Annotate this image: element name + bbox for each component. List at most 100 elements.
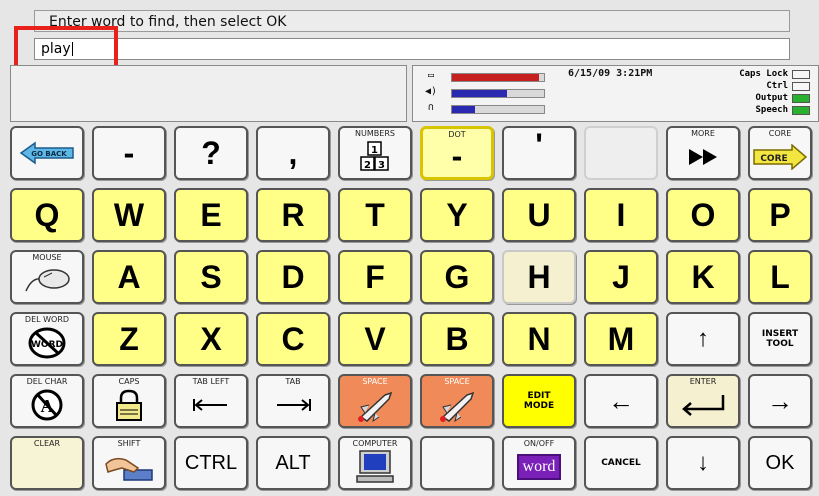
letter-label: T bbox=[365, 197, 385, 233]
indicator-label: Ctrl bbox=[766, 81, 788, 91]
letter-key-d[interactable]: D bbox=[256, 250, 330, 304]
on-off-word-key[interactable]: ON/OFF word bbox=[502, 436, 576, 490]
left-arrow-icon: ← bbox=[608, 385, 634, 416]
indicator-light bbox=[792, 82, 810, 91]
delete-word-key[interactable]: DEL WORD WORD bbox=[10, 312, 84, 366]
letter-key-i[interactable]: I bbox=[584, 188, 658, 242]
letter-key-o[interactable]: O bbox=[666, 188, 740, 242]
ok-key[interactable]: OK bbox=[748, 436, 812, 490]
tab-key[interactable]: TAB bbox=[256, 374, 330, 428]
volume-meter-fill bbox=[452, 90, 508, 97]
letter-key-p[interactable]: P bbox=[748, 188, 812, 242]
indicator-label: Speech bbox=[755, 105, 788, 115]
shift-key[interactable]: SHIFT bbox=[92, 436, 166, 490]
svg-text:1: 1 bbox=[371, 145, 378, 156]
letter-label: R bbox=[281, 197, 305, 233]
letter-key-r[interactable]: R bbox=[256, 188, 330, 242]
battery-meter: ▭ bbox=[421, 70, 551, 83]
letter-key-t[interactable]: T bbox=[338, 188, 412, 242]
alt-key[interactable]: ALT bbox=[256, 436, 330, 490]
letter-key-h[interactable]: H bbox=[502, 250, 576, 304]
apostrophe-key[interactable]: ' bbox=[502, 126, 576, 180]
dot-key[interactable]: DOT - bbox=[420, 126, 494, 180]
indicator-speech: Speech bbox=[718, 104, 812, 116]
letter-key-l[interactable]: L bbox=[748, 250, 812, 304]
tab-right-arrow-icon bbox=[277, 399, 311, 411]
enter-label: ENTER bbox=[689, 377, 717, 386]
letter-key-x[interactable]: X bbox=[174, 312, 248, 366]
edit-mode-key[interactable]: EDIT MODE bbox=[502, 374, 576, 428]
dash-key[interactable]: - bbox=[92, 126, 166, 180]
cancel-label: CANCEL bbox=[601, 458, 641, 468]
left-arrow-key[interactable]: ← bbox=[584, 374, 658, 428]
comma-key[interactable]: , bbox=[256, 126, 330, 180]
numbers-key[interactable]: NUMBERS 1 2 3 bbox=[338, 126, 412, 180]
letter-key-y[interactable]: Y bbox=[420, 188, 494, 242]
indicator-label: Output bbox=[755, 93, 788, 103]
find-word-input[interactable]: play bbox=[34, 38, 790, 60]
mouse-icon bbox=[25, 269, 70, 292]
letter-key-q[interactable]: Q bbox=[10, 188, 84, 242]
volume-meter: ◀) bbox=[421, 86, 551, 99]
letter-key-n[interactable]: N bbox=[502, 312, 576, 366]
battery-icon: ▭ bbox=[427, 70, 435, 81]
indicator-list: Caps Lock Ctrl Output Speech bbox=[718, 68, 812, 116]
blank-key[interactable] bbox=[420, 436, 494, 490]
letter-key-m[interactable]: M bbox=[584, 312, 658, 366]
clear-key[interactable]: CLEAR bbox=[10, 436, 84, 490]
question-mark-key[interactable]: ? bbox=[174, 126, 248, 180]
letter-key-j[interactable]: J bbox=[584, 250, 658, 304]
letter-key-z[interactable]: Z bbox=[92, 312, 166, 366]
insert-tool-key[interactable]: INSERT TOOL bbox=[748, 312, 812, 366]
letter-key-k[interactable]: K bbox=[666, 250, 740, 304]
letter-label: A bbox=[117, 259, 141, 295]
space-key[interactable]: SPACE bbox=[338, 374, 412, 428]
dot-symbol: - bbox=[451, 138, 463, 174]
enter-key[interactable]: ENTER bbox=[666, 374, 740, 428]
letter-key-v[interactable]: V bbox=[338, 312, 412, 366]
tab-left-arrow-icon bbox=[193, 399, 227, 411]
shift-label: SHIFT bbox=[117, 439, 141, 448]
caps-key[interactable]: CAPS bbox=[92, 374, 166, 428]
svg-text:3: 3 bbox=[378, 160, 385, 171]
letter-key-g[interactable]: G bbox=[420, 250, 494, 304]
letter-key-w[interactable]: W bbox=[92, 188, 166, 242]
go-back-key[interactable]: GO BACK bbox=[10, 126, 84, 180]
computer-monitor-icon bbox=[356, 450, 394, 483]
mouse-key[interactable]: MOUSE bbox=[10, 250, 84, 304]
empty-key[interactable] bbox=[584, 126, 658, 180]
letter-key-b[interactable]: B bbox=[420, 312, 494, 366]
headphone-meter-fill bbox=[452, 106, 475, 113]
core-key[interactable]: CORE CORE bbox=[748, 126, 812, 180]
datetime-readout: 6/15/09 3:21PM bbox=[568, 68, 653, 79]
down-arrow-key[interactable]: ↓ bbox=[666, 436, 740, 490]
space-label: SPACE bbox=[444, 377, 470, 386]
letter-key-e[interactable]: E bbox=[174, 188, 248, 242]
up-arrow-key[interactable]: ↑ bbox=[666, 312, 740, 366]
svg-text:2: 2 bbox=[364, 160, 371, 171]
ctrl-key[interactable]: CTRL bbox=[174, 436, 248, 490]
delete-char-icon: A bbox=[31, 389, 63, 421]
speaker-icon: ◀) bbox=[424, 86, 438, 97]
cancel-key[interactable]: CANCEL bbox=[584, 436, 658, 490]
tab-left-key[interactable]: TAB LEFT bbox=[174, 374, 248, 428]
onscreen-keyboard: GO BACK - ? , NUMBERS 1 2 3 DOT - ' MORE… bbox=[10, 124, 815, 492]
word-toggle-button: word bbox=[516, 454, 562, 480]
letter-key-a[interactable]: A bbox=[92, 250, 166, 304]
shift-hand-icon bbox=[105, 457, 153, 481]
volume-meter-track bbox=[451, 89, 545, 98]
letter-key-c[interactable]: C bbox=[256, 312, 330, 366]
space-key-2[interactable]: SPACE bbox=[420, 374, 494, 428]
letter-key-u[interactable]: U bbox=[502, 188, 576, 242]
battery-meter-fill bbox=[452, 74, 540, 81]
tab-label: TAB bbox=[285, 377, 301, 386]
delete-char-key[interactable]: DEL CHAR A bbox=[10, 374, 84, 428]
dot-label: DOT bbox=[448, 130, 466, 139]
right-arrow-key[interactable]: → bbox=[748, 374, 812, 428]
letter-key-f[interactable]: F bbox=[338, 250, 412, 304]
letter-key-s[interactable]: S bbox=[174, 250, 248, 304]
more-key[interactable]: MORE bbox=[666, 126, 740, 180]
computer-key[interactable]: COMPUTER bbox=[338, 436, 412, 490]
core-arrow-icon: CORE bbox=[753, 144, 808, 170]
space-label: SPACE bbox=[362, 377, 388, 386]
